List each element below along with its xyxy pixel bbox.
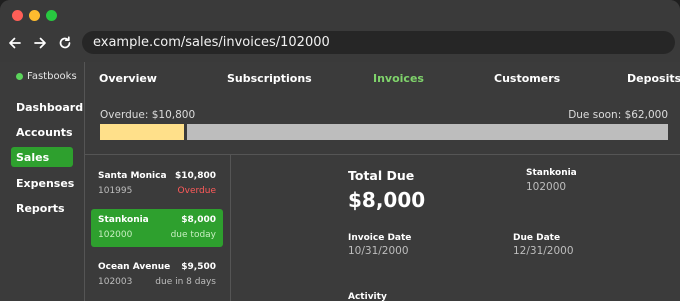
invoice-amount: $10,800 [175,171,216,181]
invoice-item-stankonia[interactable]: Stankonia $8,000 102000 due today [91,209,223,247]
forward-arrow-icon[interactable] [29,32,51,54]
invoice-amount: $9,500 [181,262,216,272]
invoice-item-ocean-avenue[interactable]: Ocean Avenue $9,500 102003 due in 8 days [91,256,223,294]
customer-name: Stankonia [526,168,577,178]
reload-icon[interactable] [54,32,76,54]
overdue-segment[interactable] [100,124,184,140]
section-tabs: Overview Subscriptions Invoices Customer… [85,62,680,94]
invoice-detail: Total Due $8,000 Stankonia 102000 Invoic… [231,155,680,301]
brand-name: Fastbooks [27,71,77,82]
close-window-button[interactable] [12,10,23,21]
overdue-label: Overdue: $10,800 [100,109,196,121]
sidebar-item-reports[interactable]: Reports [11,198,73,218]
tab-subscriptions[interactable]: Subscriptions [227,72,312,85]
activity-heading: Activity [348,292,387,301]
invoice-date-value: 10/31/2000 [348,245,409,257]
back-arrow-icon[interactable] [4,32,26,54]
brand-dot-icon [16,73,23,80]
invoice-number: 102003 [98,277,133,287]
address-bar[interactable]: example.com/sales/invoices/102000 [82,31,675,54]
summary-bar [100,124,668,140]
sidebar-item-dashboard[interactable]: Dashboard [11,97,83,117]
minimize-window-button[interactable] [29,10,40,21]
total-due-label: Total Due [348,168,415,183]
invoice-status: due today [170,230,216,240]
invoice-list: Santa Monica $10,800 101995 Overdue Stan… [85,155,231,301]
sidebar-item-label: Sales [16,150,50,164]
tab-overview[interactable]: Overview [99,72,157,85]
tab-deposits[interactable]: Deposits [627,72,680,85]
sidebar-item-expenses[interactable]: Expenses [11,173,75,193]
sidebar-item-label: Expenses [16,176,75,190]
invoice-summary: Overdue: $10,800 Due soon: $62,000 [85,102,680,154]
sidebar-item-sales[interactable]: Sales [11,147,73,167]
app-content: Fastbooks Dashboard Accounts Sales Expen… [0,62,680,301]
brand-logo: Fastbooks [16,71,77,82]
total-due-amount: $8,000 [348,188,426,212]
sidebar-item-label: Reports [16,201,65,215]
invoice-item-santa-monica[interactable]: Santa Monica $10,800 101995 Overdue [91,165,223,203]
invoice-customer: Santa Monica [98,171,167,181]
invoice-customer: Ocean Avenue [98,262,171,272]
tab-customers[interactable]: Customers [494,72,560,85]
sidebar-item-label: Dashboard [16,100,84,114]
invoice-customer: Stankonia [98,215,149,225]
due-soon-label: Due soon: $62,000 [568,109,668,121]
invoice-amount: $8,000 [181,215,216,225]
tab-invoices[interactable]: Invoices [373,72,424,85]
url-text: example.com/sales/invoices/102000 [93,35,330,50]
customer-id: 102000 [526,181,567,193]
invoice-status: Overdue [177,186,216,196]
invoice-date-label: Invoice Date [348,233,412,243]
sidebar-item-accounts[interactable]: Accounts [11,122,73,142]
due-date-label: Due Date [513,233,561,243]
due-date-value: 12/31/2000 [513,245,574,257]
browser-window: example.com/sales/invoices/102000 Fastbo… [0,0,680,301]
due-soon-segment[interactable] [187,124,668,140]
invoice-number: 102000 [98,230,133,240]
browser-toolbar: example.com/sales/invoices/102000 [0,30,680,56]
title-bar [0,0,680,30]
sidebar-item-label: Accounts [16,125,73,139]
invoice-number: 101995 [98,186,133,196]
sidebar: Fastbooks Dashboard Accounts Sales Expen… [0,62,85,301]
invoice-status: due in 8 days [155,277,216,287]
maximize-window-button[interactable] [46,10,57,21]
